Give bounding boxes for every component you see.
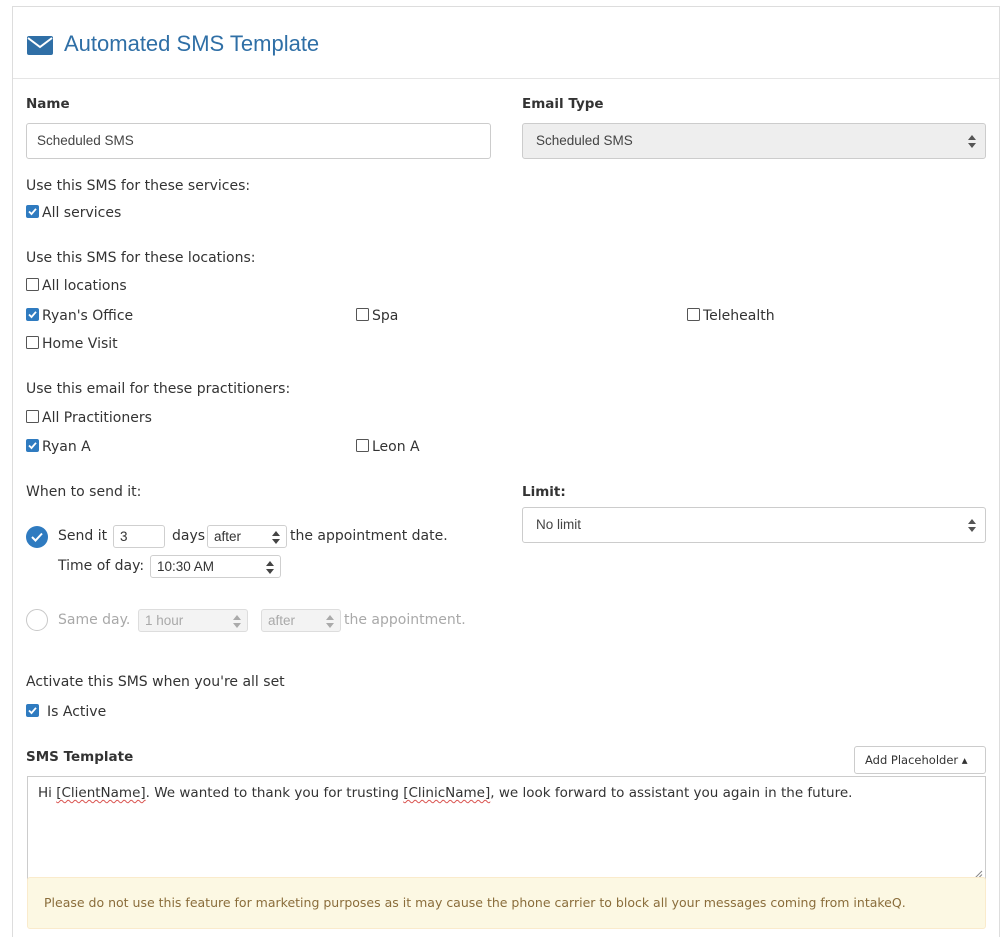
send-it-label: Send it bbox=[58, 528, 108, 544]
template-text: Hi bbox=[38, 785, 57, 801]
practitioner-ryan-checkbox[interactable]: Ryan A bbox=[26, 439, 91, 455]
locations-heading: Use this SMS for these locations: bbox=[26, 250, 256, 266]
template-token-client-name: [ClientName] bbox=[56, 785, 146, 801]
same-day-label: Same day. bbox=[58, 612, 131, 628]
checkbox-unchecked-icon bbox=[26, 410, 39, 423]
time-of-day-value: 10:30 AM bbox=[157, 559, 215, 574]
select-arrows-icon bbox=[326, 615, 334, 628]
checkbox-unchecked-icon bbox=[356, 439, 369, 452]
is-active-label: Is Active bbox=[47, 704, 107, 720]
select-arrows-icon bbox=[968, 519, 976, 532]
checkbox-unchecked-icon bbox=[26, 278, 39, 291]
days-input[interactable]: 3 bbox=[113, 525, 165, 548]
page-title: Automated SMS Template bbox=[64, 31, 320, 56]
add-placeholder-button[interactable]: Add Placeholder ▴ bbox=[854, 746, 986, 774]
direction-value: after bbox=[214, 529, 242, 544]
location-label: Spa bbox=[372, 308, 399, 324]
is-active-checkbox[interactable]: Is Active bbox=[26, 704, 106, 720]
location-label: All locations bbox=[42, 278, 127, 294]
template-text: . We wanted to thank you for trusting bbox=[145, 785, 404, 801]
practitioner-all-checkbox[interactable]: All Practitioners bbox=[26, 410, 152, 426]
location-ryans-office-checkbox[interactable]: Ryan's Office bbox=[26, 308, 133, 324]
template-token-clinic-name: [ClinicName] bbox=[403, 785, 491, 801]
sms-template-textarea[interactable]: Hi [ClientName]. We wanted to thank you … bbox=[27, 776, 986, 882]
checkbox-unchecked-icon bbox=[687, 308, 700, 321]
same-day-direction-select[interactable]: after bbox=[261, 609, 341, 632]
same-day-offset-select[interactable]: 1 hour bbox=[138, 609, 248, 632]
location-home-visit-checkbox[interactable]: Home Visit bbox=[26, 336, 118, 352]
practitioners-heading: Use this email for these practitioners: bbox=[26, 381, 291, 397]
all-services-checkbox[interactable]: All services bbox=[26, 205, 121, 221]
same-day-radio[interactable] bbox=[26, 609, 48, 631]
same-day-offset-value: 1 hour bbox=[145, 613, 184, 628]
time-of-day-select[interactable]: 10:30 AM bbox=[150, 555, 281, 578]
sms-template-panel: Automated SMS Template Name Scheduled SM… bbox=[12, 6, 1000, 937]
marketing-warning: Please do not use this feature for marke… bbox=[27, 877, 986, 929]
select-arrows-icon bbox=[272, 531, 280, 544]
email-type-label: Email Type bbox=[522, 96, 604, 112]
name-label: Name bbox=[26, 96, 70, 112]
panel-header: Automated SMS Template bbox=[13, 7, 999, 79]
email-type-select: Scheduled SMS bbox=[522, 123, 986, 159]
location-label: Ryan's Office bbox=[42, 308, 134, 324]
checkbox-unchecked-icon bbox=[26, 336, 39, 349]
sms-template-label: SMS Template bbox=[26, 749, 134, 765]
envelope-icon bbox=[27, 36, 53, 55]
email-type-value: Scheduled SMS bbox=[536, 133, 633, 148]
checkbox-unchecked-icon bbox=[356, 308, 369, 321]
name-input[interactable]: Scheduled SMS bbox=[26, 123, 491, 159]
select-arrows-icon bbox=[968, 135, 976, 148]
location-label: Home Visit bbox=[42, 336, 118, 352]
location-label: Telehealth bbox=[703, 308, 775, 324]
select-arrows-icon bbox=[233, 615, 241, 628]
location-spa-checkbox[interactable]: Spa bbox=[356, 308, 398, 324]
template-text: , we look forward to assistant you again… bbox=[490, 785, 853, 801]
checkbox-checked-icon bbox=[26, 205, 39, 218]
activate-heading: Activate this SMS when you're all set bbox=[26, 674, 285, 690]
practitioner-label: All Practitioners bbox=[42, 410, 152, 426]
checkbox-checked-icon bbox=[26, 439, 39, 452]
location-all-checkbox[interactable]: All locations bbox=[26, 278, 127, 294]
location-telehealth-checkbox[interactable]: Telehealth bbox=[687, 308, 775, 324]
select-arrows-icon bbox=[266, 561, 274, 574]
when-heading: When to send it: bbox=[26, 484, 142, 500]
time-of-day-label: Time of day: bbox=[58, 558, 145, 574]
days-label: days bbox=[172, 528, 206, 544]
practitioner-label: Ryan A bbox=[42, 439, 91, 455]
direction-select[interactable]: after bbox=[207, 525, 287, 548]
all-services-label: All services bbox=[42, 205, 122, 221]
send-it-radio[interactable] bbox=[26, 526, 48, 548]
limit-label: Limit: bbox=[522, 484, 566, 500]
services-heading: Use this SMS for these services: bbox=[26, 178, 251, 194]
after-date-text: the appointment date. bbox=[290, 528, 448, 544]
limit-value: No limit bbox=[536, 517, 582, 532]
practitioner-leon-checkbox[interactable]: Leon A bbox=[356, 439, 420, 455]
checkbox-checked-icon bbox=[26, 704, 39, 717]
practitioner-label: Leon A bbox=[372, 439, 420, 455]
same-day-direction-value: after bbox=[268, 613, 296, 628]
check-icon bbox=[31, 532, 43, 542]
checkbox-checked-icon bbox=[26, 308, 39, 321]
limit-select[interactable]: No limit bbox=[522, 507, 986, 543]
same-day-after-text: the appointment. bbox=[344, 612, 466, 628]
